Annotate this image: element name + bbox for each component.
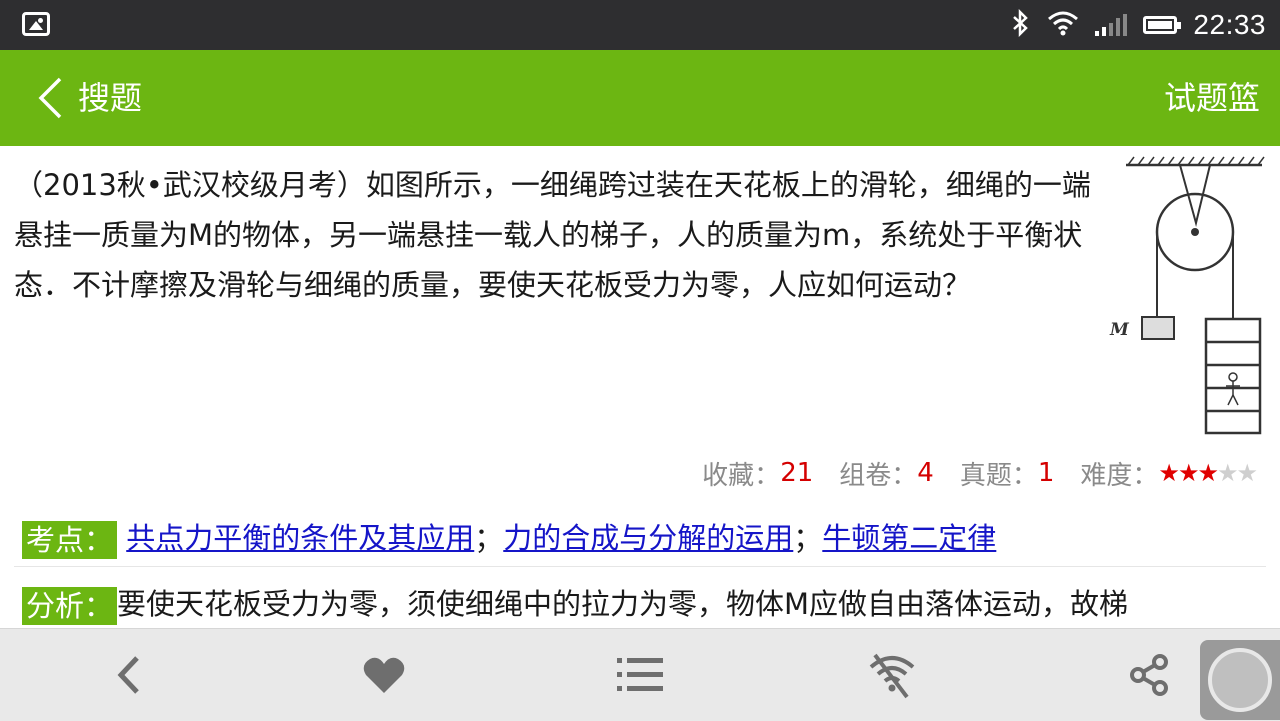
knowledge-link-equilibrium[interactable]: 共点力平衡的条件及其应用: [126, 521, 474, 555]
gallery-notification-icon: [22, 12, 50, 36]
difficulty-label: 难度：: [1080, 460, 1159, 491]
wifi-icon: [1047, 10, 1079, 40]
compose-count: 4: [917, 458, 934, 488]
knowledge-points: 考点： 共点力平衡的条件及其应用；力的合成与分解的运用；牛顿第二定律: [22, 516, 996, 560]
separator: ；: [793, 521, 823, 555]
heart-icon[interactable]: [344, 629, 424, 721]
star-empty-icon: ★: [1236, 459, 1257, 487]
knowledge-points-tag: 考点：: [22, 521, 118, 559]
page-title[interactable]: 搜题: [78, 50, 142, 146]
top-app-bar: 搜题 试题篮: [0, 50, 1280, 146]
chevron-left-icon: [38, 77, 62, 119]
bottom-toolbar: [0, 628, 1280, 721]
knowledge-link-newtons-second-law[interactable]: 牛顿第二定律: [822, 521, 996, 555]
diagram-mass-label: M: [1109, 320, 1130, 340]
separator: ；: [474, 521, 504, 555]
star-empty-icon: ★: [1216, 459, 1238, 487]
share-icon[interactable]: [1110, 629, 1190, 721]
analysis-text: 要使天花板受力为零，须使细绳中的拉力为零，物体M应做自由落体运动，故梯: [117, 587, 1129, 621]
list-icon[interactable]: [600, 629, 680, 721]
cell-signal-icon: [1095, 14, 1128, 36]
divider: [14, 566, 1266, 567]
star-filled-icon: ★: [1158, 459, 1179, 487]
question-text: （2013秋•武汉校级月考）如图所示，一细绳跨过装在天花板上的滑轮，细绳的一端悬…: [14, 168, 1091, 302]
collect-count: 21: [780, 458, 814, 488]
status-bar: 22:33: [0, 0, 1280, 50]
analysis-section: 分析： 要使天花板受力为零，须使细绳中的拉力为零，物体M应做自由落体运动，故梯: [22, 582, 1262, 626]
bluetooth-icon: [1011, 8, 1031, 42]
battery-icon: [1143, 16, 1182, 34]
back-icon[interactable]: [88, 629, 168, 721]
status-time: 22:33: [1193, 9, 1266, 40]
analysis-tag: 分析：: [22, 587, 118, 625]
no-wifi-icon[interactable]: [852, 629, 932, 721]
assist-ring-icon: [1208, 648, 1272, 712]
question-meta: 收藏： 21 组卷： 4 真题： 1 难度： ★★★★★: [702, 455, 1258, 491]
collect-label: 收藏：: [702, 460, 781, 491]
question-basket-button[interactable]: 试题篮: [1164, 50, 1260, 146]
difficulty-stars: ★★★★★: [1158, 459, 1258, 487]
star-filled-icon: ★: [1197, 459, 1218, 487]
compose-label: 组卷：: [839, 460, 918, 491]
real-count: 1: [1037, 458, 1055, 488]
star-filled-icon: ★: [1177, 459, 1199, 487]
real-label: 真题：: [959, 460, 1038, 491]
pulley-diagram: M: [1109, 156, 1265, 435]
floating-assist-button[interactable]: [1200, 640, 1280, 720]
knowledge-link-force-composition[interactable]: 力的合成与分解的运用: [503, 521, 793, 555]
